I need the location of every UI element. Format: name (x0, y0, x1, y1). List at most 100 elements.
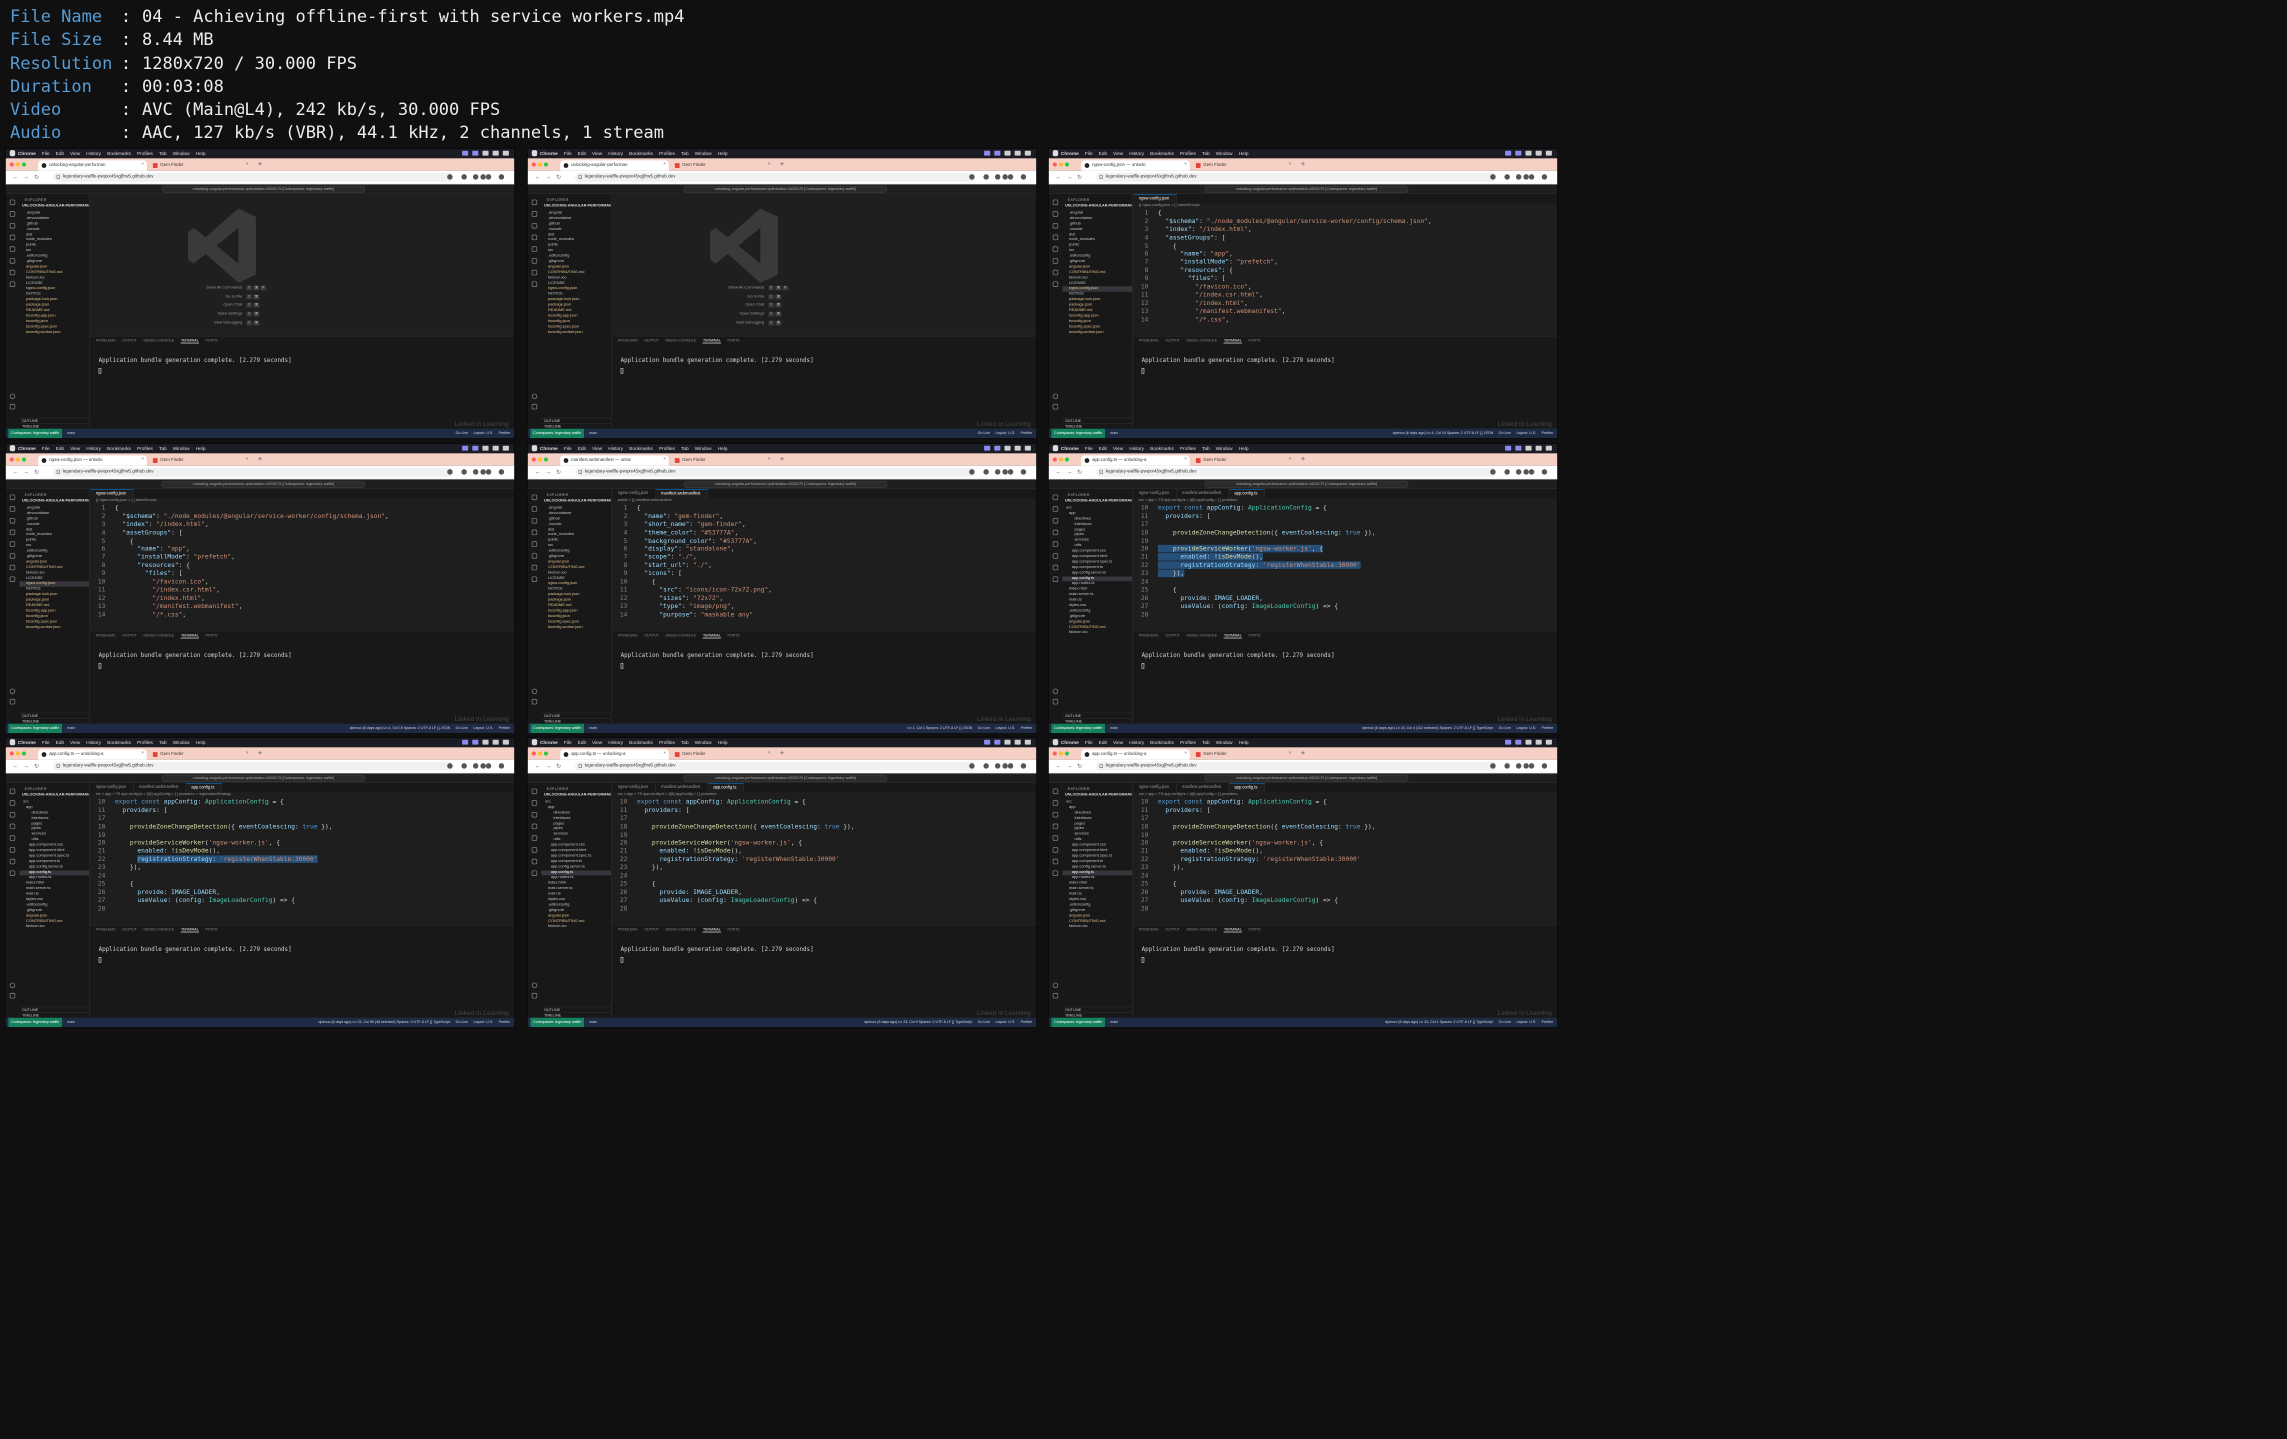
cast-icon[interactable] (1515, 445, 1522, 451)
extensions-icon[interactable] (1052, 835, 1059, 841)
command-center[interactable]: unlocking-angular-performance-optimizati… (1204, 774, 1409, 782)
code-line[interactable]: 3 "index": "/index.html", (90, 521, 514, 529)
menu-history[interactable]: History (608, 446, 623, 451)
keyboard-layout[interactable]: Layout: U.S. (1516, 724, 1536, 734)
wifi-icon[interactable] (1525, 739, 1532, 745)
explorer-icon[interactable] (9, 199, 16, 206)
branch-indicator[interactable]: main (1110, 431, 1118, 435)
back-button[interactable]: ← (534, 468, 540, 475)
editor-tab[interactable]: manifest.webmanifest (134, 783, 186, 793)
menu-bookmarks[interactable]: Bookmarks (1150, 151, 1174, 156)
manage-icon[interactable] (531, 403, 538, 410)
zoom-window-icon[interactable] (1064, 162, 1070, 167)
install-icon[interactable] (1504, 469, 1510, 475)
editor-tab[interactable]: manifest.webmanifest (655, 489, 708, 499)
code-line[interactable]: 21 enabled: !isDevMode(), (1133, 553, 1557, 561)
menu-icon[interactable] (498, 469, 505, 475)
browser-tab-active[interactable]: ngsw-config.json — unlocki × (1081, 160, 1190, 171)
menu-file[interactable]: File (42, 740, 50, 745)
control-center-icon[interactable] (1024, 150, 1031, 156)
panel-tab-output[interactable]: OUTPUT (122, 928, 136, 933)
menu-view[interactable]: View (592, 151, 602, 156)
forward-button[interactable]: → (545, 468, 551, 475)
control-center-icon[interactable] (502, 445, 509, 451)
menu-file[interactable]: File (564, 151, 572, 156)
download-icon[interactable] (994, 763, 1001, 769)
code-line[interactable]: 14 "/*.css", (1133, 316, 1557, 324)
remote-explorer-icon[interactable] (1052, 847, 1059, 853)
menu-profiles[interactable]: Profiles (137, 740, 153, 745)
source-control-icon[interactable] (9, 811, 16, 818)
menu-profiles[interactable]: Profiles (137, 151, 153, 156)
code-line[interactable]: 19 (612, 831, 1036, 839)
panel-tab-ports[interactable]: PORTS (728, 928, 740, 933)
menu-tab[interactable]: Tab (1202, 446, 1210, 451)
github-icon[interactable] (1052, 858, 1059, 865)
editor-tab[interactable]: manifest.webmanifest (1177, 489, 1229, 499)
close-tab-icon[interactable]: × (768, 751, 771, 756)
account-icon[interactable] (531, 982, 538, 989)
address-bar[interactable]: legendary-waffle-pwqxx45xg[frw5.github.d… (575, 761, 976, 771)
close-window-icon[interactable] (531, 162, 536, 167)
install-icon[interactable] (1504, 763, 1510, 769)
close-tab-icon[interactable]: × (1289, 457, 1292, 462)
browser-tab[interactable]: Gem Finder × (671, 160, 773, 170)
browser-tab-active[interactable]: app.config.ts — unlocking-a × (1081, 455, 1190, 466)
terminal-cursor[interactable] (98, 368, 102, 374)
explorer-icon[interactable] (531, 494, 538, 501)
wifi-icon[interactable] (482, 150, 489, 156)
back-button[interactable]: ← (12, 762, 18, 769)
bookmark-star-icon[interactable] (447, 763, 453, 769)
file-tree-item[interactable]: favicon.ico (1062, 630, 1132, 635)
run-debug-icon[interactable] (1052, 529, 1059, 536)
code-line[interactable]: 10 export const appConfig: ApplicationCon… (1133, 504, 1557, 512)
code-line[interactable]: 27 useValue: (config: ImageLoaderConfig)… (90, 896, 514, 904)
remote-explorer-icon[interactable] (531, 258, 538, 264)
menu-help[interactable]: Help (718, 446, 728, 451)
run-debug-icon[interactable] (1052, 234, 1059, 241)
menu-window[interactable]: Window (173, 151, 190, 156)
browser-tab[interactable]: Gem Finder × (149, 160, 251, 170)
source-control-icon[interactable] (531, 222, 538, 229)
search-icon[interactable] (492, 150, 499, 156)
zoom-window-icon[interactable] (21, 162, 27, 167)
menu-tab[interactable]: Tab (159, 446, 167, 451)
code-line[interactable]: 4 "theme_color": "#53777A", (612, 529, 1036, 537)
menu-edit[interactable]: Edit (1099, 151, 1107, 156)
download-icon[interactable] (994, 174, 1001, 180)
record-icon[interactable] (1505, 445, 1512, 451)
account-icon[interactable] (9, 688, 16, 695)
manage-icon[interactable] (9, 992, 16, 999)
code-line[interactable]: 21 enabled: !isDevMode(), (612, 847, 1036, 855)
keyboard-layout[interactable]: Layout: U.S. (1516, 429, 1536, 439)
code-line[interactable]: 22 registrationStrategy: 'registerWhenSt… (1133, 855, 1557, 863)
close-window-icon[interactable] (9, 162, 14, 167)
search-icon[interactable] (531, 506, 538, 512)
code-line[interactable]: 25 { (1133, 880, 1557, 888)
code-line[interactable]: 9 "files": [ (90, 570, 514, 578)
code-line[interactable]: 7 "installMode": "prefetch", (1133, 258, 1557, 266)
menu-tab[interactable]: Tab (159, 151, 167, 156)
menu-history[interactable]: History (1129, 151, 1144, 156)
code-line[interactable]: 8 "resources": { (1133, 266, 1557, 274)
code-line[interactable]: 11 providers: [ (1133, 806, 1557, 814)
menu-icon[interactable] (1541, 469, 1548, 475)
code-line[interactable]: 17 (612, 815, 1036, 823)
cast-icon[interactable] (472, 445, 479, 451)
project-root[interactable]: UNLOCKING-ANGULAR-PERFORMANCE-OPTIMI... (541, 204, 611, 211)
browser-tab-active[interactable]: unlocking-angular-performan × (38, 160, 147, 171)
back-button[interactable]: ← (1055, 173, 1061, 180)
panel-tab-terminal[interactable]: TERMINAL (702, 339, 721, 344)
bookmark-star-icon[interactable] (969, 763, 975, 769)
record-icon[interactable] (984, 739, 991, 745)
file-tree-item[interactable]: tsconfig.worker.json (541, 330, 611, 335)
cast-icon[interactable] (1515, 150, 1522, 156)
code-line[interactable]: 2 "$schema": "./node_modules/@angular/se… (1133, 217, 1557, 225)
prettier-status[interactable]: Prettier (499, 724, 511, 734)
menu-edit[interactable]: Edit (56, 446, 64, 451)
profile-avatar[interactable] (1007, 174, 1014, 180)
prettier-status[interactable]: Prettier (1542, 429, 1554, 439)
panel-tab-problems[interactable]: PROBLEMS (1139, 634, 1159, 639)
go-live-button[interactable]: Go Live (978, 429, 990, 439)
close-tab-icon[interactable]: × (663, 162, 666, 167)
